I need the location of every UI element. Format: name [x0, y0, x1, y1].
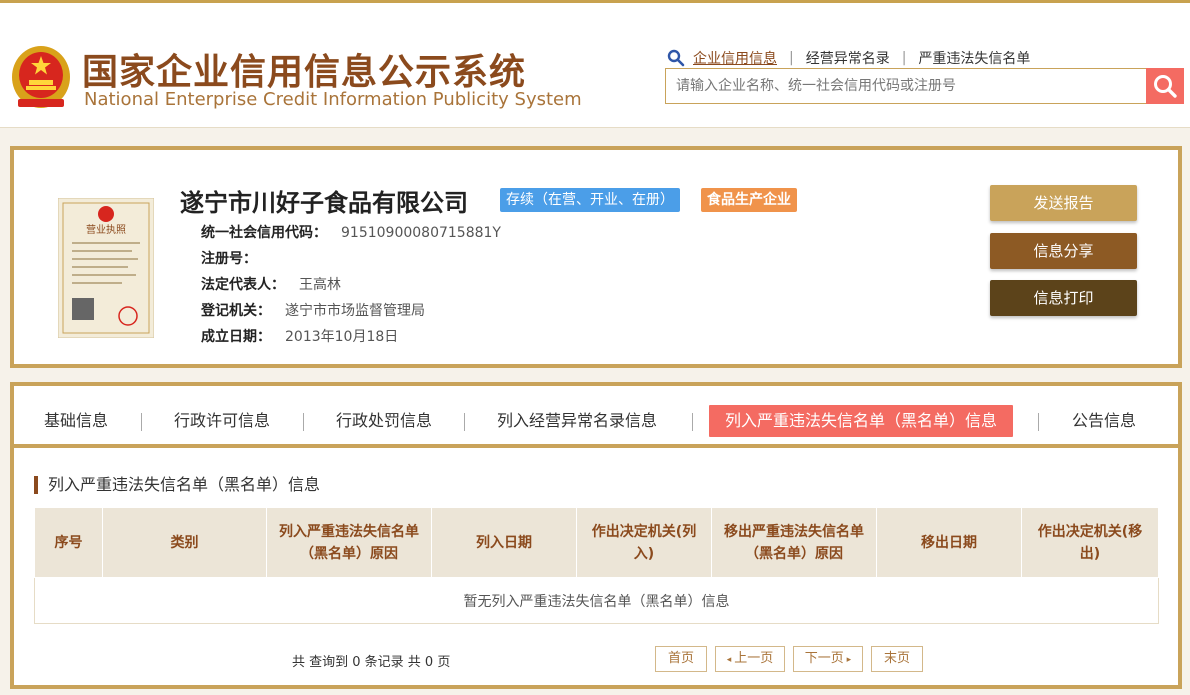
site-header: 国家企业信用信息公示系统 National Enterprise Credit … [0, 3, 1190, 128]
field-value: 王高林 [299, 277, 341, 293]
company-info-panel: 营业执照 遂宁市川好子食品有限公司 存续（在营、开业、在册） 食品生产企业 统一… [10, 146, 1182, 368]
link-blacklist[interactable]: 严重违法失信名单 [918, 48, 1030, 68]
chevron-right-icon: ▸ [843, 655, 852, 665]
search-box [665, 68, 1146, 104]
tab-abnormal-list[interactable]: 列入经营异常名录信息 [497, 405, 657, 437]
column-header: 列入日期 [431, 507, 577, 578]
next-page-label: 下一页 [804, 651, 844, 666]
last-page-button[interactable]: 末页 [871, 646, 923, 672]
column-header: 移出日期 [876, 507, 1022, 578]
tab-bar: 基础信息 行政许可信息 行政处罚信息 列入经营异常名录信息 列入严重违法失信名单… [14, 386, 1178, 448]
business-license-image[interactable]: 营业执照 [58, 198, 154, 338]
field-label: 统一社会信用代码： [201, 225, 327, 241]
svg-text:营业执照: 营业执照 [86, 223, 126, 236]
field-label: 注册号： [201, 251, 257, 267]
link-enterprise-credit[interactable]: 企业信用信息 [693, 48, 777, 68]
link-abnormal-list[interactable]: 经营异常名录 [806, 48, 890, 68]
field-value: 2013年10月18日 [285, 329, 399, 345]
column-header: 类别 [102, 507, 267, 578]
table-row: 暂无列入严重违法失信名单（黑名单）信息 [34, 577, 1159, 624]
field-registration-authority: 登记机关： 遂宁市市场监督管理局 [201, 300, 425, 320]
share-info-button[interactable]: 信息分享 [990, 233, 1137, 269]
link-separator: | [901, 50, 907, 66]
prev-page-button[interactable]: ◂ 上一页 [715, 646, 785, 672]
company-name: 遂宁市川好子食品有限公司 [180, 189, 468, 217]
field-label: 登记机关： [201, 303, 271, 319]
blacklist-table: 序号 类别 列入严重违法失信名单（黑名单）原因 列入日期 作出决定机关(列入) … [34, 507, 1159, 624]
section-title: 列入严重违法失信名单（黑名单）信息 [34, 476, 320, 494]
prev-page-label: 上一页 [734, 651, 774, 666]
send-report-button[interactable]: 发送报告 [990, 185, 1137, 221]
print-info-button[interactable]: 信息打印 [990, 280, 1137, 316]
search-input[interactable] [666, 69, 1146, 103]
first-page-button[interactable]: 首页 [655, 646, 707, 672]
search-icon [1154, 75, 1177, 98]
site-title-en: National Enterprise Credit Information P… [84, 89, 582, 110]
detail-panel: 基础信息 行政许可信息 行政处罚信息 列入经营异常名录信息 列入严重违法失信名单… [10, 382, 1182, 689]
table-header-row: 序号 类别 列入严重违法失信名单（黑名单）原因 列入日期 作出决定机关(列入) … [34, 507, 1159, 578]
search-category-links: 企业信用信息 | 经营异常名录 | 严重违法失信名单 [667, 47, 1030, 69]
tab-basic-info[interactable]: 基础信息 [44, 405, 108, 437]
status-badge: 存续（在营、开业、在册） [500, 188, 680, 212]
tab-separator [1038, 413, 1039, 431]
field-value: 遂宁市市场监督管理局 [285, 303, 425, 319]
field-label: 成立日期： [201, 329, 271, 345]
pager-summary: 共 查询到 0 条记录 共 0 页 [292, 655, 451, 670]
next-page-button[interactable]: 下一页 ▸ [793, 646, 863, 672]
national-emblem-icon [12, 46, 70, 108]
search-icon [667, 49, 685, 67]
tab-separator [692, 413, 693, 431]
tab-separator [464, 413, 465, 431]
column-header: 列入严重违法失信名单（黑名单）原因 [266, 507, 432, 578]
empty-table-message: 暂无列入严重违法失信名单（黑名单）信息 [34, 577, 1159, 624]
field-legal-representative: 法定代表人： 王高林 [201, 274, 341, 294]
tab-admin-license[interactable]: 行政许可信息 [174, 405, 270, 437]
tab-separator [141, 413, 142, 431]
search-button[interactable] [1146, 68, 1184, 104]
column-header: 作出决定机关(移出) [1021, 507, 1159, 578]
field-registration-number: 注册号： [201, 248, 271, 268]
column-header: 作出决定机关(列入) [576, 507, 712, 578]
site-title-cn: 国家企业信用信息公示系统 [82, 52, 527, 93]
enterprise-type-badge: 食品生产企业 [701, 188, 797, 212]
field-value: 91510900080715881Y [341, 225, 501, 241]
field-credit-code: 统一社会信用代码： 91510900080715881Y [201, 222, 501, 242]
tab-announcements[interactable]: 公告信息 [1072, 405, 1136, 437]
tab-admin-penalty[interactable]: 行政处罚信息 [336, 405, 432, 437]
tab-blacklist[interactable]: 列入严重违法失信名单（黑名单）信息 [709, 405, 1014, 437]
column-header: 序号 [34, 507, 103, 578]
field-label: 法定代表人： [201, 277, 285, 293]
link-separator: | [789, 50, 794, 66]
tab-separator [303, 413, 304, 431]
field-established-date: 成立日期： 2013年10月18日 [201, 326, 398, 346]
column-header: 移出严重违法失信名单（黑名单）原因 [711, 507, 877, 578]
